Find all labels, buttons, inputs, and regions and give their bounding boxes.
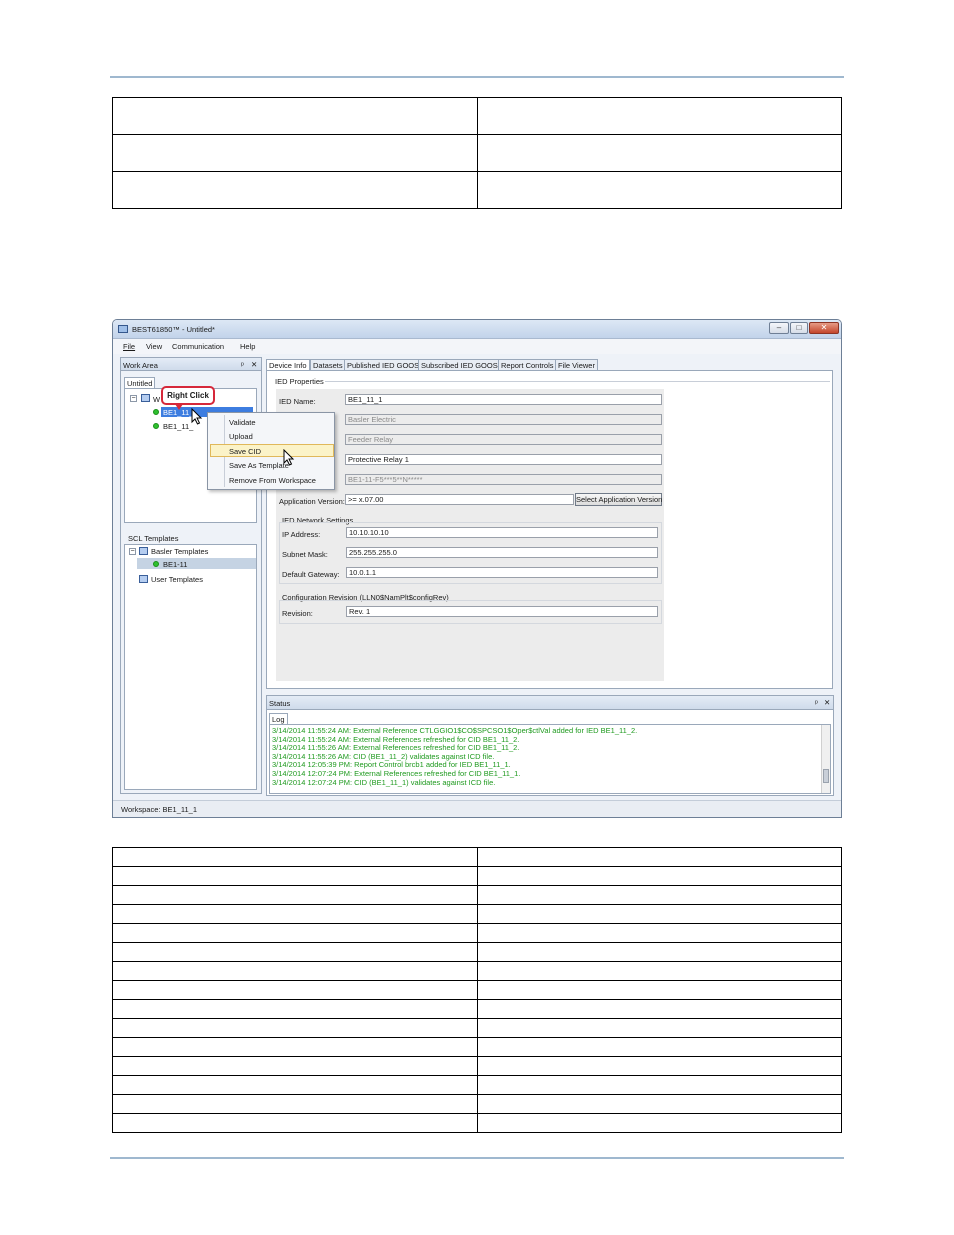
style-field: BE1-11-F5***5**N***** xyxy=(345,474,662,485)
mouse-cursor-icon xyxy=(191,408,203,425)
maximize-button[interactable]: □ xyxy=(790,322,808,334)
ip-address-input[interactable]: 10.10.10.10 xyxy=(346,527,658,538)
window-title: BEST61850™ - Untitled* xyxy=(132,325,215,334)
folder-icon xyxy=(139,547,148,555)
folder-icon xyxy=(139,575,148,583)
menu-item-validate[interactable]: Validate xyxy=(229,418,256,427)
top-table xyxy=(112,97,842,209)
workspace-icon xyxy=(141,394,150,402)
templates-title: SCL Templates xyxy=(128,534,179,543)
subnet-mask-input[interactable]: 255.255.255.0 xyxy=(346,547,658,558)
description-input[interactable]: Protective Relay 1 xyxy=(345,454,662,465)
menu-file[interactable]: File xyxy=(123,342,135,351)
header-rule xyxy=(110,76,844,78)
mouse-cursor-icon xyxy=(283,449,295,466)
config-revision-group: Revision: Rev. 1 xyxy=(279,600,662,624)
tree-item-be1-11-2[interactable]: BE1_11_ xyxy=(163,422,193,431)
ied-properties-title: IED Properties xyxy=(275,377,324,386)
revision-input[interactable]: Rev. 1 xyxy=(346,606,658,617)
menu-communication[interactable]: Communication xyxy=(172,342,224,351)
menu-bar: File View Communication Help xyxy=(113,339,841,354)
app-version-input[interactable]: >= x.07.00 xyxy=(345,494,574,505)
status-header: Status ᵖ ✕ xyxy=(267,696,833,710)
close-button[interactable]: ✕ xyxy=(809,322,839,334)
manufacturer-field: Basler Electric xyxy=(345,414,662,425)
context-menu: Validate Upload Save CID Save As Templat… xyxy=(207,412,335,490)
ied-name-label: IED Name: xyxy=(279,397,316,406)
template-folder-basler[interactable]: Basler Templates xyxy=(151,547,208,556)
device-info-panel: IED Properties IED Name: BE1_11_1 Basler… xyxy=(266,370,833,689)
app-version-label: Application Version: xyxy=(279,497,345,506)
menu-item-save-cid[interactable]: Save CID xyxy=(229,447,261,456)
template-folder-user[interactable]: User Templates xyxy=(151,575,203,584)
workspace-status: Workspace: BE1_11_1 xyxy=(121,805,198,814)
menu-item-upload[interactable]: Upload xyxy=(229,432,253,441)
status-panel: Status ᵖ ✕ Log 3/14/2014 11:55:24 AM: Ex… xyxy=(266,695,834,796)
log-box: 3/14/2014 11:55:24 AM: External Referenc… xyxy=(269,724,831,794)
bottom-table xyxy=(112,847,842,1133)
log-scrollbar[interactable] xyxy=(821,725,830,793)
status-dot-icon xyxy=(153,561,159,567)
menu-item-remove[interactable]: Remove From Workspace xyxy=(229,476,316,485)
scroll-thumb[interactable] xyxy=(823,769,829,783)
panel-close-icon[interactable]: ✕ xyxy=(251,360,257,369)
log-lines: 3/14/2014 11:55:24 AM: External Referenc… xyxy=(272,726,820,787)
minimize-button[interactable]: – xyxy=(769,322,789,334)
log-line: 3/14/2014 12:07:24 PM: CID (BE1_11_1) va… xyxy=(272,777,496,787)
template-item-be1-11[interactable]: BE1-11 xyxy=(163,560,187,569)
right-click-callout: Right Click xyxy=(161,386,215,405)
network-settings-group: IP Address: 10.10.10.10 Subnet Mask: 255… xyxy=(279,522,662,584)
menu-item-save-template[interactable]: Save As Template xyxy=(229,461,289,470)
revision-label: Revision: xyxy=(282,609,313,618)
status-dot-icon xyxy=(153,409,159,415)
menu-view[interactable]: View xyxy=(146,342,162,351)
gateway-input[interactable]: 10.0.1.1 xyxy=(346,567,658,578)
callout-pointer xyxy=(175,404,183,410)
templates-tree: − Basler Templates BE1-11 User Templates xyxy=(124,544,257,790)
type-field: Feeder Relay xyxy=(345,434,662,445)
select-app-version-button[interactable]: Select Application Version xyxy=(575,493,662,506)
collapse-icon[interactable]: − xyxy=(129,548,136,555)
gateway-label: Default Gateway: xyxy=(282,570,340,579)
ip-address-label: IP Address: xyxy=(282,530,321,539)
subnet-mask-label: Subnet Mask: xyxy=(282,550,328,559)
status-title: Status xyxy=(269,699,291,708)
footer-rule xyxy=(110,1157,844,1159)
app-icon xyxy=(118,325,128,333)
workspace-root-label[interactable]: W xyxy=(153,395,160,404)
work-area-header: Work Area ᵖ ✕ xyxy=(121,358,261,371)
main-content: Device Info Datasets Published IED GOOSE… xyxy=(266,357,834,691)
menu-help[interactable]: Help xyxy=(240,342,255,351)
pin-icon[interactable]: ᵖ xyxy=(241,360,244,369)
status-dot-icon xyxy=(153,423,159,429)
app-window: BEST61850™ - Untitled* – □ ✕ File View C… xyxy=(112,319,842,818)
panel-close-icon[interactable]: ✕ xyxy=(824,698,830,707)
ied-name-input[interactable]: BE1_11_1 xyxy=(345,394,662,405)
pin-icon[interactable]: ᵖ xyxy=(815,698,818,707)
group-divider xyxy=(325,381,830,382)
status-bar: Workspace: BE1_11_1 xyxy=(113,800,841,817)
title-bar: BEST61850™ - Untitled* – □ ✕ xyxy=(113,320,841,339)
collapse-icon[interactable]: − xyxy=(130,395,137,402)
work-area-title: Work Area xyxy=(123,361,158,370)
